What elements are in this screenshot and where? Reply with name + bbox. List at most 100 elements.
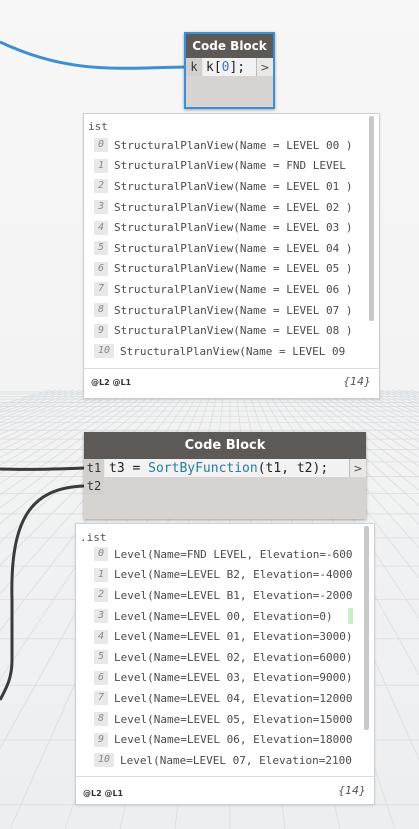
list-item-index: 4 xyxy=(94,629,109,644)
list-item-index: 10 xyxy=(94,344,115,359)
list-item-index: 0 xyxy=(94,138,109,153)
list-item-value: StructuralPlanView(Name = LEVEL 02 ) xyxy=(114,200,353,214)
list-item[interactable]: 4 Level(Name=LEVEL 01, Elevation=3000) xyxy=(76,626,374,647)
list-item-value: StructuralPlanView(Name = LEVEL 06 ) xyxy=(114,282,353,296)
scrollbar[interactable] xyxy=(369,116,374,321)
preview-list-title: .ist xyxy=(80,531,107,544)
list-item[interactable]: 6 StructuralPlanView(Name = LEVEL 05 ) xyxy=(84,259,379,280)
list-item-value: StructuralPlanView(Name = LEVEL 07 ) xyxy=(114,303,353,317)
scrollbar[interactable] xyxy=(364,526,369,730)
node-title[interactable]: Code Block xyxy=(84,432,366,459)
list-item-index: 6 xyxy=(94,670,109,685)
list-item-value: StructuralPlanView(Name = LEVEL 00 ) xyxy=(114,138,353,152)
input-port-k[interactable]: k xyxy=(186,58,203,76)
list-item-index: 7 xyxy=(94,691,109,706)
code-args: (t1, t2); xyxy=(257,460,329,476)
wire-to-t2[interactable] xyxy=(0,484,85,701)
list-item[interactable]: 5 StructuralPlanView(Name = LEVEL 04 ) xyxy=(84,238,379,259)
list-item-index: 4 xyxy=(94,220,109,235)
list-item-value: Level(Name=LEVEL B2, Elevation=-4000 xyxy=(114,568,353,582)
list-item-index: 8 xyxy=(94,712,109,727)
list-item[interactable]: 9 Level(Name=LEVEL 06, Elevation=18000 xyxy=(76,729,374,750)
list-item-index: 6 xyxy=(94,261,109,276)
list-item-value: StructuralPlanView(Name = LEVEL 04 ) xyxy=(114,241,353,255)
list-item[interactable]: 10 StructuralPlanView(Name = LEVEL 09 xyxy=(84,341,379,362)
list-item-index: 0 xyxy=(94,547,109,562)
code-block-node-sort[interactable]: Code Block t1 t3 = SortByFunction (t1, t2… xyxy=(84,432,366,519)
preview-list: 0 Level(Name=FND LEVEL, Elevation=-600 1 Le… xyxy=(76,544,374,771)
list-item[interactable]: 2 Level(Name=LEVEL B1, Elevation=-2000 xyxy=(76,585,374,606)
watch-preview-1[interactable]: ist 0 StructuralPlanView(Name = LEVEL 00 … xyxy=(83,113,380,399)
node-title[interactable]: Code Block xyxy=(186,34,273,58)
list-item-value: StructuralPlanView(Name = FND LEVEL xyxy=(114,159,346,173)
list-item-index: 1 xyxy=(94,567,109,582)
list-item[interactable]: 6 Level(Name=LEVEL 03, Elevation=9000) xyxy=(76,668,374,689)
list-item[interactable]: 7 StructuralPlanView(Name = LEVEL 06 ) xyxy=(84,279,379,300)
list-item[interactable]: 3 StructuralPlanView(Name = LEVEL 02 ) xyxy=(84,197,379,218)
list-item-value: Level(Name=LEVEL B1, Elevation=-2000 xyxy=(114,588,353,602)
list-item-value: Level(Name=LEVEL 02, Elevation=6000) xyxy=(114,650,353,664)
list-item[interactable]: 8 StructuralPlanView(Name = LEVEL 07 ) xyxy=(84,300,379,321)
output-port[interactable]: > xyxy=(349,459,366,477)
list-item[interactable]: 9 StructuralPlanView(Name = LEVEL 08 ) xyxy=(84,320,379,341)
list-item-value: Level(Name=LEVEL 07, Elevation=2100 xyxy=(120,753,352,767)
list-item-value: Level(Name=LEVEL 00, Elevation=0) xyxy=(114,609,333,623)
preview-separator xyxy=(76,776,374,777)
list-item-value: StructuralPlanView(Name = LEVEL 08 ) xyxy=(114,324,353,338)
list-item-index: 2 xyxy=(94,588,109,603)
list-item-value: StructuralPlanView(Name = LEVEL 01 ) xyxy=(114,179,353,193)
preview-separator xyxy=(84,368,379,369)
list-item-value: StructuralPlanView(Name = LEVEL 03 ) xyxy=(114,221,353,235)
item-count: {14} xyxy=(338,784,366,797)
list-item[interactable]: 5 Level(Name=LEVEL 02, Elevation=6000) xyxy=(76,647,374,668)
wire-to-k[interactable] xyxy=(0,40,187,70)
list-item-index: 5 xyxy=(94,241,109,256)
list-item[interactable]: 3 Level(Name=LEVEL 00, Elevation=0) xyxy=(76,606,374,627)
list-item-index: 3 xyxy=(94,609,109,624)
list-item-value: Level(Name=LEVEL 05, Elevation=15000 xyxy=(114,712,353,726)
list-item-index: 7 xyxy=(94,282,109,297)
code-function: SortByFunction xyxy=(148,460,258,476)
code-editor[interactable]: k[0]; xyxy=(203,58,256,76)
list-item-index: 8 xyxy=(94,303,109,318)
list-item-value: Level(Name=LEVEL 04, Elevation=12000 xyxy=(114,691,353,705)
list-item[interactable]: 0 Level(Name=FND LEVEL, Elevation=-600 xyxy=(76,544,374,565)
code-editor[interactable]: t3 = SortByFunction (t1, t2); xyxy=(105,459,349,477)
list-item[interactable]: 4 StructuralPlanView(Name = LEVEL 03 ) xyxy=(84,217,379,238)
input-port-t2[interactable]: t2 xyxy=(84,477,104,495)
list-item-value: Level(Name=FND LEVEL, Elevation=-600 xyxy=(114,547,353,561)
list-item[interactable]: 7 Level(Name=LEVEL 04, Elevation=12000 xyxy=(76,688,374,709)
list-item-index: 9 xyxy=(94,323,109,338)
list-item-value: Level(Name=LEVEL 01, Elevation=3000) xyxy=(114,630,353,644)
preview-list: 0 StructuralPlanView(Name = LEVEL 00 ) 1 St… xyxy=(84,135,379,362)
list-item-index: 1 xyxy=(94,158,109,173)
list-item-index: 10 xyxy=(94,753,115,768)
code-index: 0 xyxy=(221,59,230,75)
output-port[interactable]: > xyxy=(256,58,273,76)
preview-list-title: ist xyxy=(88,120,108,133)
item-count: {14} xyxy=(343,375,371,388)
code-bracket-open: [ xyxy=(213,59,222,75)
list-item[interactable]: 8 Level(Name=LEVEL 05, Elevation=15000 xyxy=(76,709,374,730)
list-item[interactable]: 2 StructuralPlanView(Name = LEVEL 01 ) xyxy=(84,176,379,197)
list-levels: @L2 @L1 xyxy=(83,789,124,798)
list-item[interactable]: 10 Level(Name=LEVEL 07, Elevation=2100 xyxy=(76,750,374,771)
wire-to-t1[interactable] xyxy=(0,466,85,471)
list-item-index: 5 xyxy=(94,650,109,665)
list-levels: @L2 @L1 xyxy=(91,378,132,387)
list-item[interactable]: 1 Level(Name=LEVEL B2, Elevation=-4000 xyxy=(76,565,374,586)
list-item-value: StructuralPlanView(Name = LEVEL 09 xyxy=(120,344,346,358)
list-item[interactable]: 1 StructuralPlanView(Name = FND LEVEL xyxy=(84,156,379,177)
code-var: k xyxy=(206,59,214,75)
list-item-value: StructuralPlanView(Name = LEVEL 05 ) xyxy=(114,262,353,276)
list-item-value: Level(Name=LEVEL 06, Elevation=18000 xyxy=(114,733,353,747)
list-item-index: 9 xyxy=(94,732,109,747)
list-item[interactable]: 0 StructuralPlanView(Name = LEVEL 00 ) xyxy=(84,135,379,156)
list-item-index: 2 xyxy=(94,179,109,194)
code-assign: t3 = xyxy=(109,460,149,476)
list-item-value: Level(Name=LEVEL 03, Elevation=9000) xyxy=(114,671,353,685)
watch-preview-2[interactable]: .ist 0 Level(Name=FND LEVEL, Elevation=-6… xyxy=(75,523,375,805)
code-block-node-k[interactable]: Code Block k k[0]; > xyxy=(184,32,275,109)
selection-marker xyxy=(348,608,353,624)
input-port-t1[interactable]: t1 xyxy=(84,459,105,477)
